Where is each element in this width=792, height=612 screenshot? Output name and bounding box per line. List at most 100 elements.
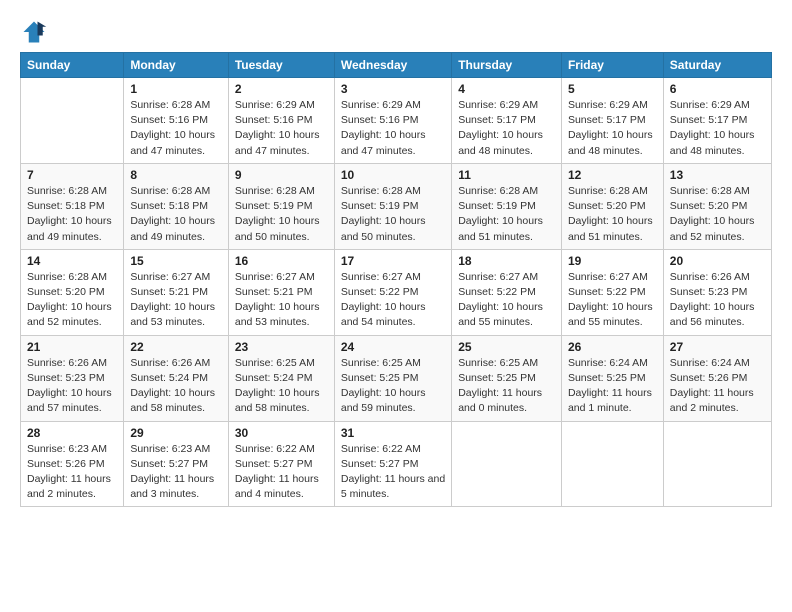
day-info: Sunrise: 6:29 AMSunset: 5:16 PMDaylight:… (235, 98, 328, 159)
day-info: Sunrise: 6:23 AMSunset: 5:26 PMDaylight:… (27, 442, 117, 503)
calendar-cell: 29 Sunrise: 6:23 AMSunset: 5:27 PMDayligh… (124, 421, 229, 507)
day-number: 21 (27, 340, 117, 354)
calendar-cell: 22 Sunrise: 6:26 AMSunset: 5:24 PMDayligh… (124, 335, 229, 421)
day-number: 18 (458, 254, 555, 268)
day-info: Sunrise: 6:28 AMSunset: 5:20 PMDaylight:… (27, 270, 117, 331)
calendar-cell: 9 Sunrise: 6:28 AMSunset: 5:19 PMDaylight… (228, 163, 334, 249)
day-info: Sunrise: 6:27 AMSunset: 5:21 PMDaylight:… (235, 270, 328, 331)
calendar-cell: 26 Sunrise: 6:24 AMSunset: 5:25 PMDayligh… (561, 335, 663, 421)
day-info: Sunrise: 6:28 AMSunset: 5:19 PMDaylight:… (341, 184, 445, 245)
day-number: 7 (27, 168, 117, 182)
day-number: 13 (670, 168, 765, 182)
calendar-cell: 19 Sunrise: 6:27 AMSunset: 5:22 PMDayligh… (561, 249, 663, 335)
day-number: 10 (341, 168, 445, 182)
week-row-3: 14 Sunrise: 6:28 AMSunset: 5:20 PMDayligh… (21, 249, 772, 335)
day-info: Sunrise: 6:29 AMSunset: 5:17 PMDaylight:… (568, 98, 657, 159)
calendar-cell: 25 Sunrise: 6:25 AMSunset: 5:25 PMDayligh… (452, 335, 562, 421)
day-number: 2 (235, 82, 328, 96)
calendar-cell: 23 Sunrise: 6:25 AMSunset: 5:24 PMDayligh… (228, 335, 334, 421)
day-number: 27 (670, 340, 765, 354)
calendar-cell: 24Sunrise: 6:25 AMSunset: 5:25 PMDayligh… (334, 335, 451, 421)
day-info: Sunrise: 6:28 AMSunset: 5:16 PMDaylight:… (130, 98, 222, 159)
day-info: Sunrise: 6:25 AMSunset: 5:24 PMDaylight:… (235, 356, 328, 417)
calendar-cell: 11 Sunrise: 6:28 AMSunset: 5:19 PMDayligh… (452, 163, 562, 249)
header-row: SundayMondayTuesdayWednesdayThursdayFrid… (21, 53, 772, 78)
day-number: 22 (130, 340, 222, 354)
calendar-cell: 21 Sunrise: 6:26 AMSunset: 5:23 PMDayligh… (21, 335, 124, 421)
day-number: 1 (130, 82, 222, 96)
calendar-cell: 14 Sunrise: 6:28 AMSunset: 5:20 PMDayligh… (21, 249, 124, 335)
day-number: 31 (341, 426, 445, 440)
day-number: 28 (27, 426, 117, 440)
calendar-cell: 6 Sunrise: 6:29 AMSunset: 5:17 PMDaylight… (663, 78, 771, 164)
day-info: Sunrise: 6:25 AMSunset: 5:25 PMDaylight:… (458, 356, 555, 417)
day-info: Sunrise: 6:25 AMSunset: 5:25 PMDaylight:… (341, 356, 445, 417)
day-number: 11 (458, 168, 555, 182)
day-info: Sunrise: 6:23 AMSunset: 5:27 PMDaylight:… (130, 442, 222, 503)
day-number: 25 (458, 340, 555, 354)
day-info: Sunrise: 6:27 AMSunset: 5:21 PMDaylight:… (130, 270, 222, 331)
week-row-4: 21 Sunrise: 6:26 AMSunset: 5:23 PMDayligh… (21, 335, 772, 421)
day-number: 19 (568, 254, 657, 268)
calendar-cell: 10 Sunrise: 6:28 AMSunset: 5:19 PMDayligh… (334, 163, 451, 249)
calendar-cell: 31Sunrise: 6:22 AMSunset: 5:27 PMDayligh… (334, 421, 451, 507)
day-number: 5 (568, 82, 657, 96)
day-number: 8 (130, 168, 222, 182)
calendar-cell (452, 421, 562, 507)
day-number: 30 (235, 426, 328, 440)
calendar-cell: 30 Sunrise: 6:22 AMSunset: 5:27 PMDayligh… (228, 421, 334, 507)
calendar-cell (561, 421, 663, 507)
day-info: Sunrise: 6:24 AMSunset: 5:26 PMDaylight:… (670, 356, 765, 417)
day-number: 4 (458, 82, 555, 96)
header-day-sunday: Sunday (21, 53, 124, 78)
calendar-cell (663, 421, 771, 507)
logo-icon (20, 18, 48, 46)
calendar-cell: 1 Sunrise: 6:28 AMSunset: 5:16 PMDaylight… (124, 78, 229, 164)
header (20, 18, 772, 46)
header-day-tuesday: Tuesday (228, 53, 334, 78)
day-info: Sunrise: 6:22 AMSunset: 5:27 PMDaylight:… (235, 442, 328, 503)
day-number: 23 (235, 340, 328, 354)
header-day-monday: Monday (124, 53, 229, 78)
day-info: Sunrise: 6:26 AMSunset: 5:23 PMDaylight:… (670, 270, 765, 331)
day-info: Sunrise: 6:28 AMSunset: 5:18 PMDaylight:… (130, 184, 222, 245)
day-info: Sunrise: 6:26 AMSunset: 5:23 PMDaylight:… (27, 356, 117, 417)
day-info: Sunrise: 6:29 AMSunset: 5:17 PMDaylight:… (458, 98, 555, 159)
calendar-table: SundayMondayTuesdayWednesdayThursdayFrid… (20, 52, 772, 507)
calendar-cell: 13 Sunrise: 6:28 AMSunset: 5:20 PMDayligh… (663, 163, 771, 249)
day-info: Sunrise: 6:26 AMSunset: 5:24 PMDaylight:… (130, 356, 222, 417)
header-day-thursday: Thursday (452, 53, 562, 78)
day-info: Sunrise: 6:24 AMSunset: 5:25 PMDaylight:… (568, 356, 657, 417)
day-number: 14 (27, 254, 117, 268)
day-info: Sunrise: 6:29 AMSunset: 5:17 PMDaylight:… (670, 98, 765, 159)
day-info: Sunrise: 6:28 AMSunset: 5:19 PMDaylight:… (458, 184, 555, 245)
day-info: Sunrise: 6:28 AMSunset: 5:20 PMDaylight:… (670, 184, 765, 245)
day-info: Sunrise: 6:27 AMSunset: 5:22 PMDaylight:… (568, 270, 657, 331)
logo (20, 18, 52, 46)
calendar-cell: 2 Sunrise: 6:29 AMSunset: 5:16 PMDaylight… (228, 78, 334, 164)
calendar-cell: 8 Sunrise: 6:28 AMSunset: 5:18 PMDaylight… (124, 163, 229, 249)
day-info: Sunrise: 6:28 AMSunset: 5:19 PMDaylight:… (235, 184, 328, 245)
day-number: 9 (235, 168, 328, 182)
calendar-cell: 27 Sunrise: 6:24 AMSunset: 5:26 PMDayligh… (663, 335, 771, 421)
day-number: 26 (568, 340, 657, 354)
calendar-cell: 15 Sunrise: 6:27 AMSunset: 5:21 PMDayligh… (124, 249, 229, 335)
day-number: 20 (670, 254, 765, 268)
calendar-cell: 7 Sunrise: 6:28 AMSunset: 5:18 PMDaylight… (21, 163, 124, 249)
header-day-saturday: Saturday (663, 53, 771, 78)
day-number: 17 (341, 254, 445, 268)
calendar-cell: 17Sunrise: 6:27 AMSunset: 5:22 PMDayligh… (334, 249, 451, 335)
day-info: Sunrise: 6:29 AMSunset: 5:16 PMDaylight:… (341, 98, 445, 159)
calendar-cell: 16Sunrise: 6:27 AMSunset: 5:21 PMDayligh… (228, 249, 334, 335)
day-number: 15 (130, 254, 222, 268)
day-number: 6 (670, 82, 765, 96)
calendar-cell: 3Sunrise: 6:29 AMSunset: 5:16 PMDaylight… (334, 78, 451, 164)
week-row-5: 28 Sunrise: 6:23 AMSunset: 5:26 PMDayligh… (21, 421, 772, 507)
calendar-cell: 5 Sunrise: 6:29 AMSunset: 5:17 PMDaylight… (561, 78, 663, 164)
day-number: 29 (130, 426, 222, 440)
header-day-wednesday: Wednesday (334, 53, 451, 78)
day-info: Sunrise: 6:28 AMSunset: 5:18 PMDaylight:… (27, 184, 117, 245)
calendar-cell: 18Sunrise: 6:27 AMSunset: 5:22 PMDayligh… (452, 249, 562, 335)
header-day-friday: Friday (561, 53, 663, 78)
calendar-cell: 4 Sunrise: 6:29 AMSunset: 5:17 PMDaylight… (452, 78, 562, 164)
